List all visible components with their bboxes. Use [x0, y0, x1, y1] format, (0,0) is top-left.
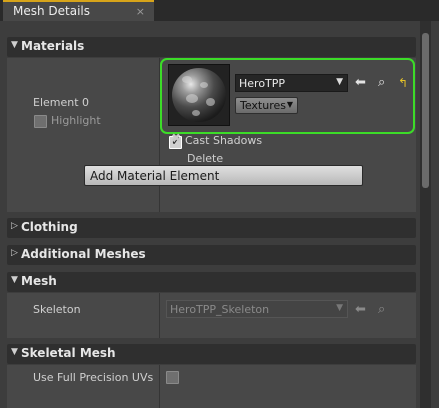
section-title: Additional Meshes	[21, 247, 146, 261]
arrow-left-icon: ⬅	[355, 302, 366, 317]
collapse-arrow-icon[interactable]: ▷	[11, 221, 18, 231]
textures-label: Textures	[240, 99, 286, 112]
search-icon: ⌕	[378, 302, 386, 317]
skeleton-label: Skeleton	[33, 303, 81, 316]
cast-shadows-label: Cast Shadows	[185, 134, 263, 147]
add-material-element-button[interactable]: Add Material Element	[84, 165, 363, 186]
section-title: Mesh	[21, 274, 57, 288]
close-icon[interactable]: ×	[136, 5, 145, 18]
full-precision-uvs-checkbox[interactable]	[166, 371, 179, 384]
section-header-clothing[interactable]: ▷ Clothing	[7, 218, 416, 238]
delete-icon[interactable]: ✖	[171, 131, 181, 145]
section-header-skeletal-mesh[interactable]: ▼ Skeletal Mesh	[7, 344, 416, 364]
section-header-mesh[interactable]: ▼ Mesh	[7, 272, 416, 292]
section-header-materials[interactable]: ▼ Materials	[7, 37, 416, 57]
section-title: Skeletal Mesh	[21, 346, 116, 360]
reset-arrow-icon[interactable]: ↰	[398, 76, 408, 90]
material-preview-sphere	[172, 68, 226, 122]
add-element-label: Add Material Element	[90, 169, 220, 183]
section-header-additional-meshes[interactable]: ▷ Additional Meshes	[7, 245, 416, 265]
tab-mesh-details[interactable]: Mesh Details ×	[3, 0, 154, 21]
column-divider	[159, 365, 160, 408]
delete-label[interactable]: Delete	[187, 152, 223, 165]
section-title: Clothing	[21, 220, 78, 234]
expand-arrow-icon[interactable]: ▼	[11, 40, 18, 50]
collapse-arrow-icon[interactable]: ▷	[11, 248, 18, 258]
arrow-left-icon[interactable]: ⬅	[355, 75, 366, 90]
element-label: Element 0	[33, 96, 90, 109]
expand-arrow-icon[interactable]: ▼	[11, 347, 18, 357]
highlight-checkbox[interactable]	[34, 115, 47, 128]
expand-arrow-icon[interactable]: ▼	[11, 275, 18, 285]
material-name: HeroTPP	[239, 77, 286, 90]
material-thumbnail[interactable]	[168, 64, 230, 126]
scrollbar-thumb[interactable]	[422, 33, 429, 188]
section-title: Materials	[21, 39, 85, 53]
tab-label: Mesh Details	[13, 4, 91, 18]
search-icon[interactable]: ⌕	[378, 75, 385, 90]
full-precision-uvs-label: Use Full Precision UVs	[33, 371, 154, 384]
material-dropdown[interactable]: HeroTPP ▼	[235, 74, 348, 92]
tab-strip: Mesh Details ×	[0, 0, 439, 21]
chevron-down-icon: ▼	[286, 100, 293, 109]
textures-button[interactable]: Textures ▼	[235, 97, 298, 114]
skeleton-value: HeroTPP_Skeleton	[170, 303, 270, 316]
highlight-label: Highlight	[51, 114, 101, 127]
chevron-down-icon: ▼	[336, 303, 343, 313]
skeleton-dropdown: HeroTPP_Skeleton ▼	[166, 300, 348, 318]
chevron-down-icon: ▼	[336, 77, 343, 87]
column-divider	[159, 293, 160, 338]
